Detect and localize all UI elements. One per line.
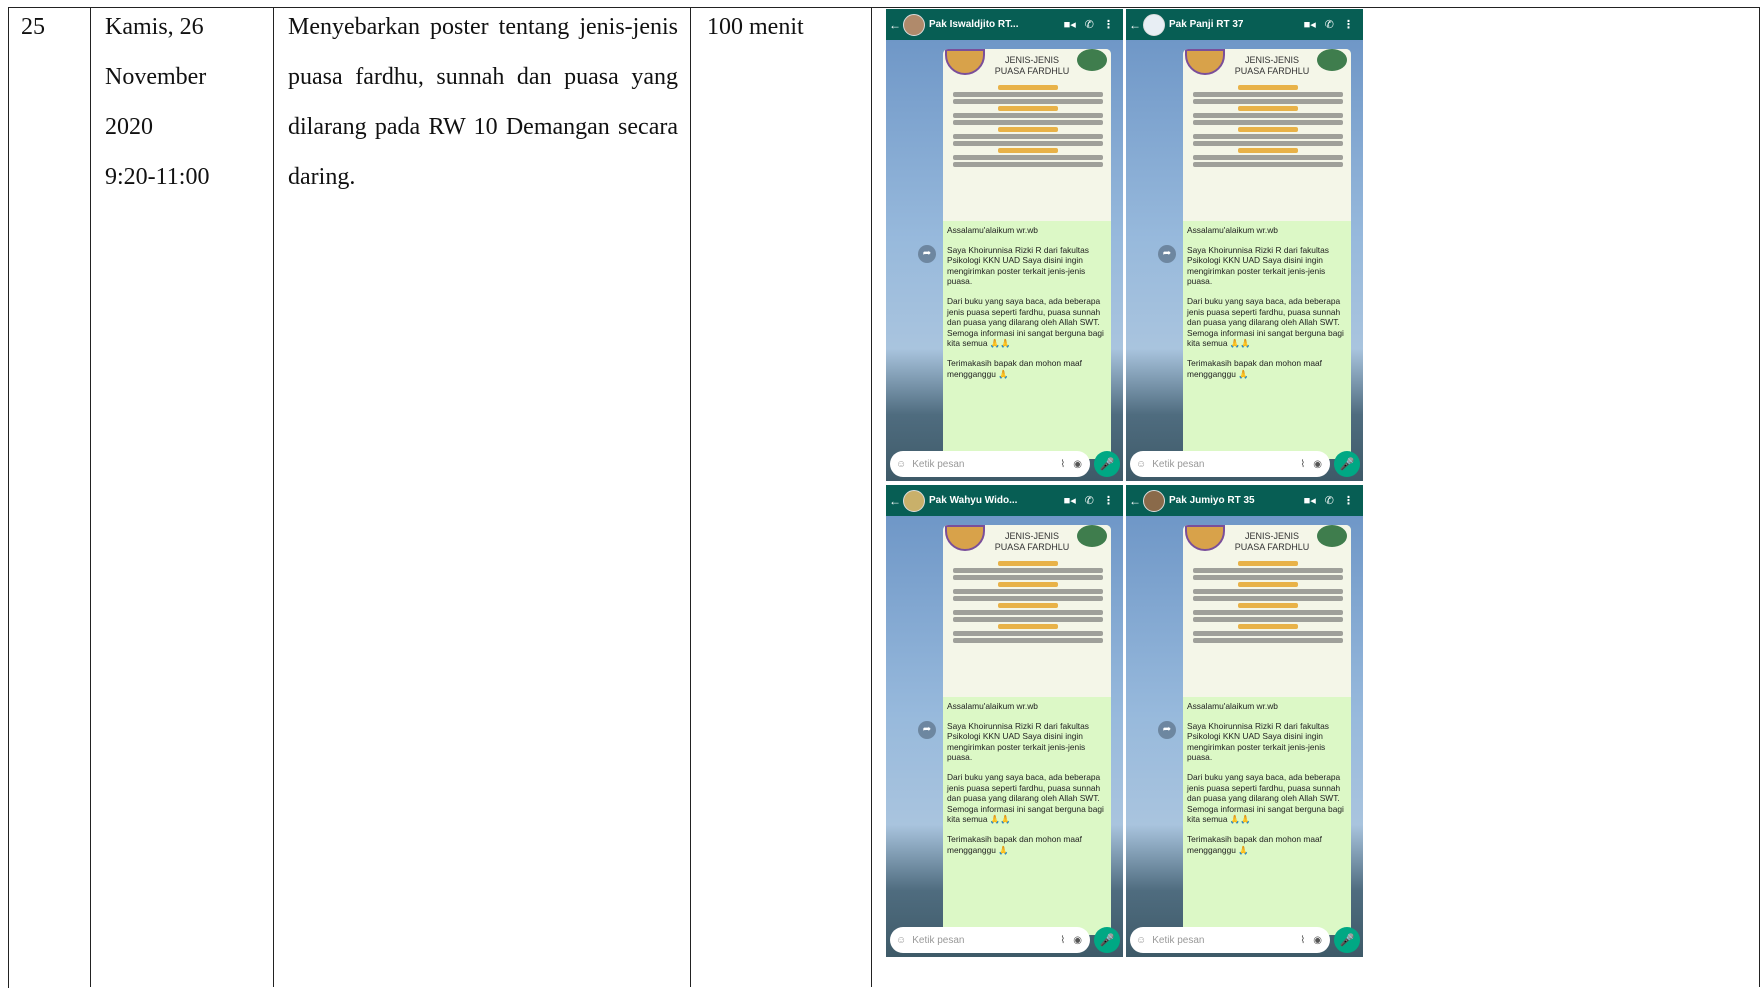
logo-icon xyxy=(945,525,985,551)
activity-description: Menyebarkan poster tentang jenis-jenis p… xyxy=(288,14,678,190)
message-bubble: JENIS-JENIS PUASA FARDHLU Assalamu'alaiku… xyxy=(1183,49,1351,459)
poster-image: JENIS-JENIS PUASA FARDHLU xyxy=(943,525,1111,697)
message-input[interactable]: ☺ Ketik pesan ⌇ ◉ xyxy=(890,451,1090,477)
avatar xyxy=(903,13,925,36)
phone-icon[interactable]: ✆ xyxy=(1085,18,1094,31)
message-text: Assalamu'alaikum wr.wb Saya Khoirunnisa … xyxy=(1187,701,1344,855)
phone-icon[interactable]: ✆ xyxy=(1085,494,1094,507)
attach-icon[interactable]: ⌇ xyxy=(1060,459,1065,470)
attach-icon[interactable]: ⌇ xyxy=(1060,935,1065,946)
screenshot-grid: ← Pak Iswaldjito RT... ■◂ ✆ ⋮ ➦ JENIS-JE… xyxy=(886,9,1363,957)
message-input[interactable]: ☺ Ketik pesan ⌇ ◉ xyxy=(1130,451,1330,477)
camera-icon[interactable]: ◉ xyxy=(1073,935,1082,946)
poster-title: JENIS-JENIS PUASA FARDHLU xyxy=(1234,55,1310,76)
avatar xyxy=(1143,489,1165,512)
back-arrow-icon[interactable]: ← xyxy=(889,18,901,32)
message-text: Assalamu'alaikum wr.wb Saya Khoirunnisa … xyxy=(1187,225,1344,379)
phone-icon[interactable]: ✆ xyxy=(1325,18,1334,31)
poster-image: JENIS-JENIS PUASA FARDHLU xyxy=(943,49,1111,221)
chat-screenshot: ← Pak Iswaldjito RT... ■◂ ✆ ⋮ ➦ JENIS-JE… xyxy=(886,9,1123,481)
more-icon[interactable]: ⋮ xyxy=(1343,18,1354,31)
message-bubble: JENIS-JENIS PUASA FARDHLU Assalamu'alaiku… xyxy=(943,525,1111,935)
forward-icon[interactable]: ➦ xyxy=(918,245,936,263)
poster-title: JENIS-JENIS PUASA FARDHLU xyxy=(994,55,1070,76)
poster-text-lines xyxy=(953,559,1103,645)
poster-title: JENIS-JENIS PUASA FARDHLU xyxy=(1234,531,1310,552)
forward-icon[interactable]: ➦ xyxy=(1158,245,1176,263)
logo-icon xyxy=(1185,525,1225,551)
date-line: Kamis, 26 xyxy=(105,14,204,40)
emoji-icon[interactable]: ☺ xyxy=(896,935,906,946)
camera-icon[interactable]: ◉ xyxy=(1073,459,1082,470)
video-call-icon[interactable]: ■◂ xyxy=(1304,18,1316,31)
chat-header: ← Pak Wahyu Wido... ■◂ ✆ ⋮ xyxy=(886,485,1123,516)
emblem-icon xyxy=(1077,525,1107,547)
poster-text-lines xyxy=(953,83,1103,169)
emoji-icon[interactable]: ☺ xyxy=(1136,459,1146,470)
poster-image: JENIS-JENIS PUASA FARDHLU xyxy=(1183,49,1351,221)
mic-icon[interactable]: 🎤 xyxy=(1094,927,1120,953)
more-icon[interactable]: ⋮ xyxy=(1343,494,1354,507)
forward-icon[interactable]: ➦ xyxy=(1158,721,1176,739)
logo-icon xyxy=(945,49,985,75)
emoji-icon[interactable]: ☺ xyxy=(896,459,906,470)
chat-screenshot: ← Pak Jumiyo RT 35 ■◂ ✆ ⋮ ➦ JENIS-JENIS P… xyxy=(1126,485,1363,957)
poster-text-lines xyxy=(1193,83,1343,169)
logo-icon xyxy=(1185,49,1225,75)
chat-header: ← Pak Iswaldjito RT... ■◂ ✆ ⋮ xyxy=(886,9,1123,40)
column-divider xyxy=(690,7,691,987)
date-cell: Kamis, 26 November 2020 9:20-11:00 xyxy=(105,2,265,202)
mic-icon[interactable]: 🎤 xyxy=(1334,451,1360,477)
poster-text-lines xyxy=(1193,559,1343,645)
message-input[interactable]: ☺ Ketik pesan ⌇ ◉ xyxy=(890,927,1090,953)
phone-icon[interactable]: ✆ xyxy=(1325,494,1334,507)
video-call-icon[interactable]: ■◂ xyxy=(1304,494,1316,507)
chat-screenshot: ← Pak Panji RT 37 ■◂ ✆ ⋮ ➦ JENIS-JENIS PU… xyxy=(1126,9,1363,481)
time-line: 9:20-11:00 xyxy=(105,164,210,190)
avatar xyxy=(903,489,925,512)
back-arrow-icon[interactable]: ← xyxy=(1129,494,1141,508)
activity-table xyxy=(8,7,1759,988)
message-input[interactable]: ☺ Ketik pesan ⌇ ◉ xyxy=(1130,927,1330,953)
column-divider xyxy=(871,7,872,987)
attach-icon[interactable]: ⌇ xyxy=(1300,459,1305,470)
back-arrow-icon[interactable]: ← xyxy=(1129,18,1141,32)
column-divider xyxy=(273,7,274,987)
more-icon[interactable]: ⋮ xyxy=(1103,494,1114,507)
message-bubble: JENIS-JENIS PUASA FARDHLU Assalamu'alaiku… xyxy=(1183,525,1351,935)
forward-icon[interactable]: ➦ xyxy=(918,721,936,739)
video-call-icon[interactable]: ■◂ xyxy=(1064,18,1076,31)
message-bubble: JENIS-JENIS PUASA FARDHLU Assalamu'alaiku… xyxy=(943,49,1111,459)
duration: 100 menit xyxy=(707,14,804,40)
message-text: Assalamu'alaikum wr.wb Saya Khoirunnisa … xyxy=(947,701,1104,855)
camera-icon[interactable]: ◉ xyxy=(1313,459,1322,470)
contact-name: Pak Iswaldjito RT... xyxy=(929,19,1019,30)
contact-name: Pak Wahyu Wido... xyxy=(929,495,1018,506)
chat-header: ← Pak Jumiyo RT 35 ■◂ ✆ ⋮ xyxy=(1126,485,1363,516)
row-number: 25 xyxy=(21,14,45,40)
message-text: Assalamu'alaikum wr.wb Saya Khoirunnisa … xyxy=(947,225,1104,379)
contact-name: Pak Jumiyo RT 35 xyxy=(1169,495,1255,506)
more-icon[interactable]: ⋮ xyxy=(1103,18,1114,31)
emblem-icon xyxy=(1317,525,1347,547)
contact-name: Pak Panji RT 37 xyxy=(1169,19,1244,30)
chat-header: ← Pak Panji RT 37 ■◂ ✆ ⋮ xyxy=(1126,9,1363,40)
camera-icon[interactable]: ◉ xyxy=(1313,935,1322,946)
emblem-icon xyxy=(1317,49,1347,71)
date-line: 2020 xyxy=(105,114,153,140)
mic-icon[interactable]: 🎤 xyxy=(1334,927,1360,953)
date-line: November xyxy=(105,64,207,90)
column-divider xyxy=(90,7,91,987)
emblem-icon xyxy=(1077,49,1107,71)
avatar xyxy=(1143,13,1165,36)
video-call-icon[interactable]: ■◂ xyxy=(1064,494,1076,507)
chat-screenshot: ← Pak Wahyu Wido... ■◂ ✆ ⋮ ➦ JENIS-JENIS… xyxy=(886,485,1123,957)
mic-icon[interactable]: 🎤 xyxy=(1094,451,1120,477)
emoji-icon[interactable]: ☺ xyxy=(1136,935,1146,946)
poster-image: JENIS-JENIS PUASA FARDHLU xyxy=(1183,525,1351,697)
attach-icon[interactable]: ⌇ xyxy=(1300,935,1305,946)
back-arrow-icon[interactable]: ← xyxy=(889,494,901,508)
poster-title: JENIS-JENIS PUASA FARDHLU xyxy=(994,531,1070,552)
